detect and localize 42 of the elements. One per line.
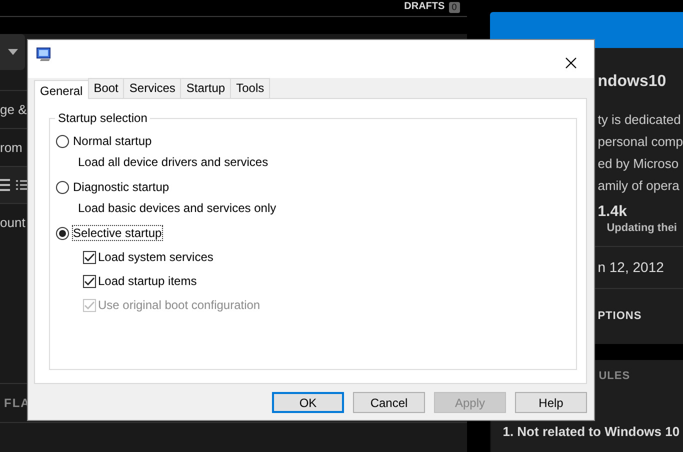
checkbox[interactable] [83, 274, 96, 288]
section-heading: PTIONS [596, 309, 643, 324]
dialog-button[interactable]: Help [515, 392, 587, 413]
dialog-button: Apply [434, 392, 506, 413]
numbered-list-icon [16, 179, 28, 191]
group-title: Startup selection [55, 111, 150, 125]
checkbox-label[interactable]: Load system services [98, 250, 214, 264]
radio-button[interactable] [56, 180, 69, 194]
radio-button[interactable] [56, 226, 69, 240]
checkmark-icon [84, 252, 95, 262]
option-description: Load all device drivers and services [78, 155, 270, 169]
radio-button[interactable] [56, 134, 69, 148]
radio-label[interactable]: Diagnostic startup [72, 179, 170, 195]
description-line: ty is dedicated [598, 111, 682, 129]
radio-label[interactable]: Selective startup [72, 225, 163, 241]
tab[interactable]: Tools [230, 78, 270, 98]
text-fragment: ge & [0, 102, 27, 117]
checkbox[interactable] [83, 250, 96, 264]
close-icon [565, 57, 577, 69]
caret-icon [8, 49, 18, 55]
description-line: ed by Microso [598, 155, 680, 173]
computer-icon [36, 47, 52, 63]
text-fragment: ount [0, 215, 26, 230]
checkbox-label[interactable]: Load startup items [98, 274, 197, 288]
list-icon [0, 179, 10, 191]
option-description: Load basic devices and services only [78, 201, 278, 215]
text-fragment: rom [0, 140, 22, 155]
drafts-label[interactable]: DRAFTS [404, 1, 445, 13]
drafts-count: 0 [448, 2, 460, 13]
dialog-button[interactable]: Cancel [353, 392, 425, 413]
community-title: ndows10 [598, 73, 668, 91]
dropdown-button[interactable] [0, 34, 25, 70]
radio-label[interactable]: Normal startup [72, 133, 153, 149]
description-line: amily of opera [598, 177, 680, 195]
rule-item: 1. Not related to Windows 10 [502, 424, 681, 439]
description-line: personal comp [598, 133, 683, 151]
member-count: 1.4k [598, 203, 628, 220]
tab[interactable]: General [34, 80, 89, 99]
checkmark-icon [84, 276, 95, 286]
section-heading: ULES [598, 370, 632, 382]
dialog-button[interactable]: OK [272, 392, 344, 413]
checkbox-label: Use original boot configuration [98, 298, 260, 312]
